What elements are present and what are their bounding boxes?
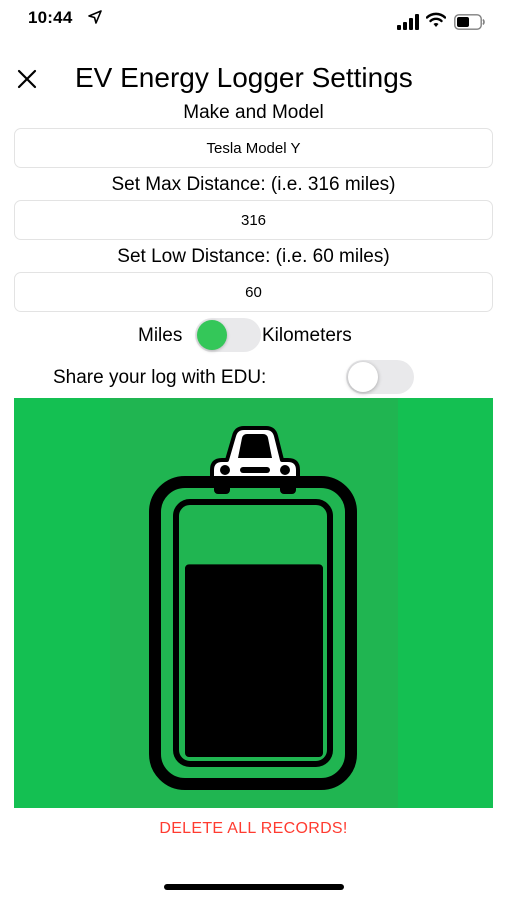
status-time: 10:44 [28,8,73,27]
share-row: Share your log with EDU: [0,360,507,394]
units-row: Miles Kilometers [0,318,507,352]
battery-icon [149,476,357,790]
page-title: EV Energy Logger Settings [75,62,413,93]
header: EV Energy Logger Settings [0,60,507,100]
units-toggle[interactable] [195,318,261,352]
low-distance-input[interactable] [14,272,493,312]
battery-charge-fill [185,564,323,757]
wifi-icon [426,12,446,27]
delete-all-records-button[interactable]: DELETE ALL RECORDS! [0,820,507,838]
share-log-label: Share your log with EDU: [53,367,267,388]
share-toggle-knob [348,362,378,392]
kilometers-label: Kilometers [262,325,352,346]
home-indicator [164,884,344,890]
units-toggle-knob [197,320,227,350]
battery-graphic-svg [149,426,357,790]
make-model-label: Make and Model [183,102,324,123]
make-model-input[interactable] [14,128,493,168]
close-icon[interactable] [14,66,40,92]
low-distance-label: Set Low Distance: (i.e. 60 miles) [117,246,390,267]
cellular-signal-icon [397,14,419,30]
miles-label: Miles [138,325,183,346]
share-log-toggle[interactable] [346,360,414,394]
status-bar: 10:44 [0,0,507,44]
battery-status-icon [454,14,485,30]
battery-graphic-panel [14,398,493,808]
location-arrow-icon [88,10,102,24]
max-distance-input[interactable] [14,200,493,240]
max-distance-label: Set Max Distance: (i.e. 316 miles) [111,174,396,195]
